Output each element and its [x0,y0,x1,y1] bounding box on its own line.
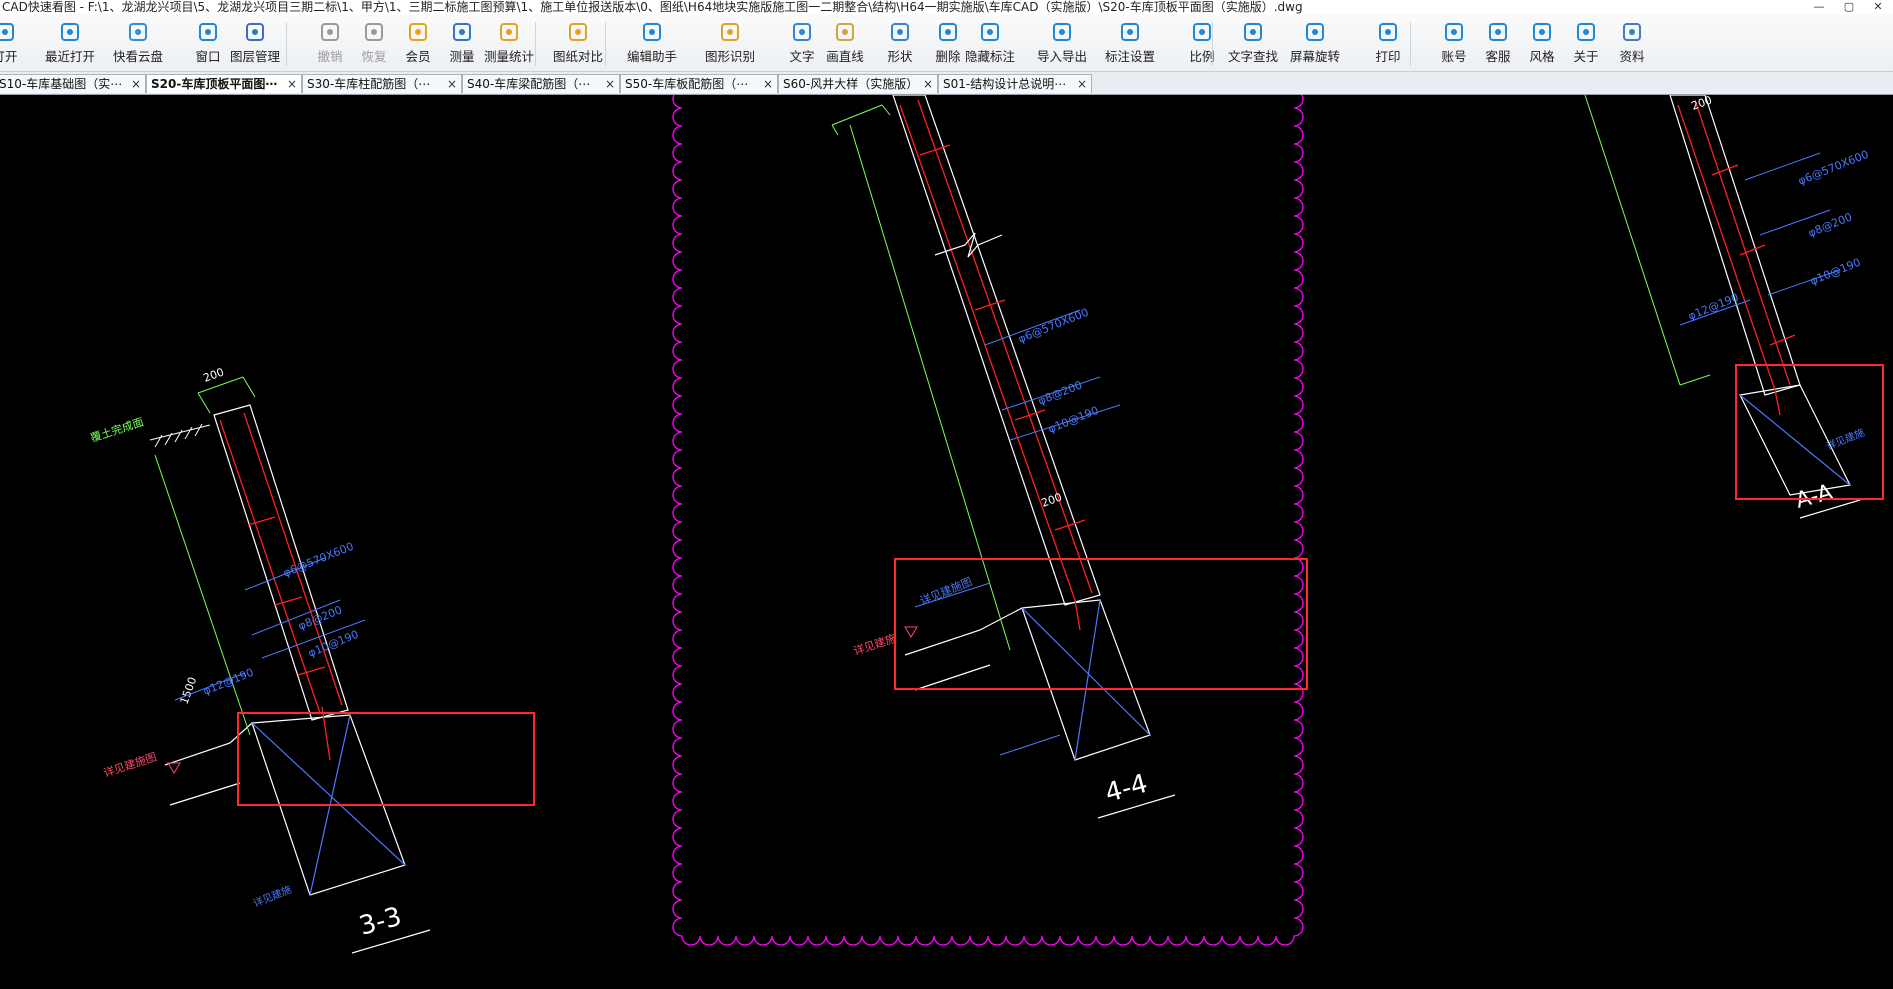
toolbar-separator [605,22,606,66]
close-window-button[interactable]: ✕ [1864,0,1892,14]
document-tab-active[interactable]: S20-车库顶板平面图⋯ × [146,74,302,93]
toolbar-button-compare[interactable]: 图纸对比 [548,20,608,70]
tab-close-icon[interactable]: × [605,75,615,93]
toolbar-button-label: 导入导出 [1036,49,1087,64]
toolbar-separator [535,22,536,66]
document-tab[interactable]: S30-车库柱配筋图（⋯ × [302,74,462,93]
toolbar-button-label: 测量统计 [483,49,534,64]
toolbar-separator [1410,22,1411,66]
tab-label: S10-车库基础图（实⋯ [0,77,123,91]
documents-icon [1620,20,1644,44]
shape-icon [888,20,912,44]
toolbar-button-label: 资料 [1619,49,1645,64]
window-icon [196,20,220,44]
toolbar-button-printer[interactable]: 打印 [1358,20,1418,70]
vip-icon [406,20,430,44]
tab-close-icon[interactable]: × [763,75,773,93]
toolbar-button-line[interactable]: 画直线 [815,20,875,70]
tab-label: S01-结构设计总说明⋯ [943,77,1067,91]
rotate-screen-icon [1303,20,1327,44]
tab-close-icon[interactable]: × [447,75,457,93]
canvas-background [0,95,1893,989]
document-tab-bar: S10-车库基础图（实⋯ × S20-车库顶板平面图⋯ × S30-车库柱配筋图（⋯ × S… [0,72,1893,95]
toolbar-button-label: 最近打开 [44,49,95,64]
scale-icon [1190,20,1214,44]
toolbar-button-annotation-settings[interactable]: 标注设置 [1100,20,1160,70]
toolbar-button-label: 打印 [1375,49,1401,64]
text-icon [790,20,814,44]
undo-icon [318,20,342,44]
document-tab[interactable]: S40-车库梁配筋图（⋯ × [462,74,620,93]
main-toolbar: 打开最近打开快看云盘窗口图层管理撤销恢复会员测量测量统计图纸对比编辑助手图形识别… [0,14,1893,72]
toolbar-button-edit-assistant[interactable]: 编辑助手 [622,20,682,70]
toolbar-button-label: 图纸对比 [552,49,603,64]
measure-stats-icon [497,20,521,44]
cloud-icon [126,20,150,44]
headset-icon [1486,20,1510,44]
minimize-button[interactable]: — [1805,0,1833,14]
toolbar-button-label: 图形识别 [704,49,755,64]
info-icon [1574,20,1598,44]
tab-close-icon[interactable]: × [131,75,141,93]
toolbar-button-label: 图层管理 [229,49,280,64]
folder-open-icon [0,20,17,44]
toolbar-button-measure-stats[interactable]: 测量统计 [479,20,539,70]
toolbar-button-layers[interactable]: 图层管理 [225,20,285,70]
eraser-icon [936,20,960,44]
tab-label: S20-车库顶板平面图⋯ [151,77,278,91]
import-export-icon [1050,20,1074,44]
toolbar-button-text-search[interactable]: 文字查找 [1223,20,1283,70]
text-search-icon [1241,20,1265,44]
style-icon [1530,20,1554,44]
title-bar: CAD快速看图 - F:\1、龙湖龙兴项目\5、龙湖龙兴项目三期二标\1、甲方\… [0,0,1893,14]
toolbar-button-clock[interactable]: 最近打开 [40,20,100,70]
toolbar-button-eye-hidden[interactable]: 隐藏标注 [960,20,1020,70]
tab-close-icon[interactable]: × [1077,75,1087,93]
toolbar-button-shape-recognition[interactable]: 图形识别 [700,20,760,70]
toolbar-button-import-export[interactable]: 导入导出 [1032,20,1092,70]
document-tab[interactable]: S50-车库板配筋图（⋯ × [620,74,778,93]
document-tab[interactable]: S01-结构设计总说明⋯ × [938,74,1092,93]
window-title: CAD快速看图 - F:\1、龙湖龙兴项目\5、龙湖龙兴项目三期二标\1、甲方\… [2,0,1303,14]
toolbar-button-folder-open[interactable]: 打开 [0,20,20,70]
drawing-canvas[interactable]: 200 1500 覆土完成面 φ6@570X600 φ8@200 φ10@190… [0,95,1893,989]
tab-label: S60-风井大样（实施版） [783,77,919,91]
shape-recognition-icon [718,20,742,44]
toolbar-button-label: 标注设置 [1104,49,1155,64]
user-icon [1442,20,1466,44]
toolbar-button-label: 编辑助手 [626,49,677,64]
ruler-icon [450,20,474,44]
line-icon [833,20,857,44]
toolbar-button-documents[interactable]: 资料 [1602,20,1662,70]
toolbar-button-label: 文字查找 [1227,49,1278,64]
redo-icon [362,20,386,44]
toolbar-button-label: 隐藏标注 [964,49,1015,64]
annotation-settings-icon [1118,20,1142,44]
document-tab[interactable]: S10-车库基础图（实⋯ × [0,74,146,93]
eye-hidden-icon [978,20,1002,44]
toolbar-button-label: 画直线 [826,49,864,64]
tab-close-icon[interactable]: × [923,75,933,93]
printer-icon [1376,20,1400,44]
edit-assistant-icon [640,20,664,44]
toolbar-separator [286,22,287,66]
maximize-button[interactable]: ▢ [1835,0,1863,14]
toolbar-button-cloud[interactable]: 快看云盘 [108,20,168,70]
tab-label: S40-车库梁配筋图（⋯ [467,77,591,91]
toolbar-button-label: 快看云盘 [112,49,163,64]
tab-label: S50-车库板配筋图（⋯ [625,77,749,91]
toolbar-separator [1212,22,1213,66]
toolbar-button-rotate-screen[interactable]: 屏幕旋转 [1285,20,1345,70]
toolbar-button-label: 屏幕旋转 [1289,49,1340,64]
compare-icon [566,20,590,44]
toolbar-button-label: 打开 [0,49,18,64]
tab-label: S30-车库柱配筋图（⋯ [307,77,431,91]
clock-icon [58,20,82,44]
tab-close-icon[interactable]: × [287,75,297,93]
layers-icon [243,20,267,44]
document-tab[interactable]: S60-风井大样（实施版） × [778,74,938,93]
